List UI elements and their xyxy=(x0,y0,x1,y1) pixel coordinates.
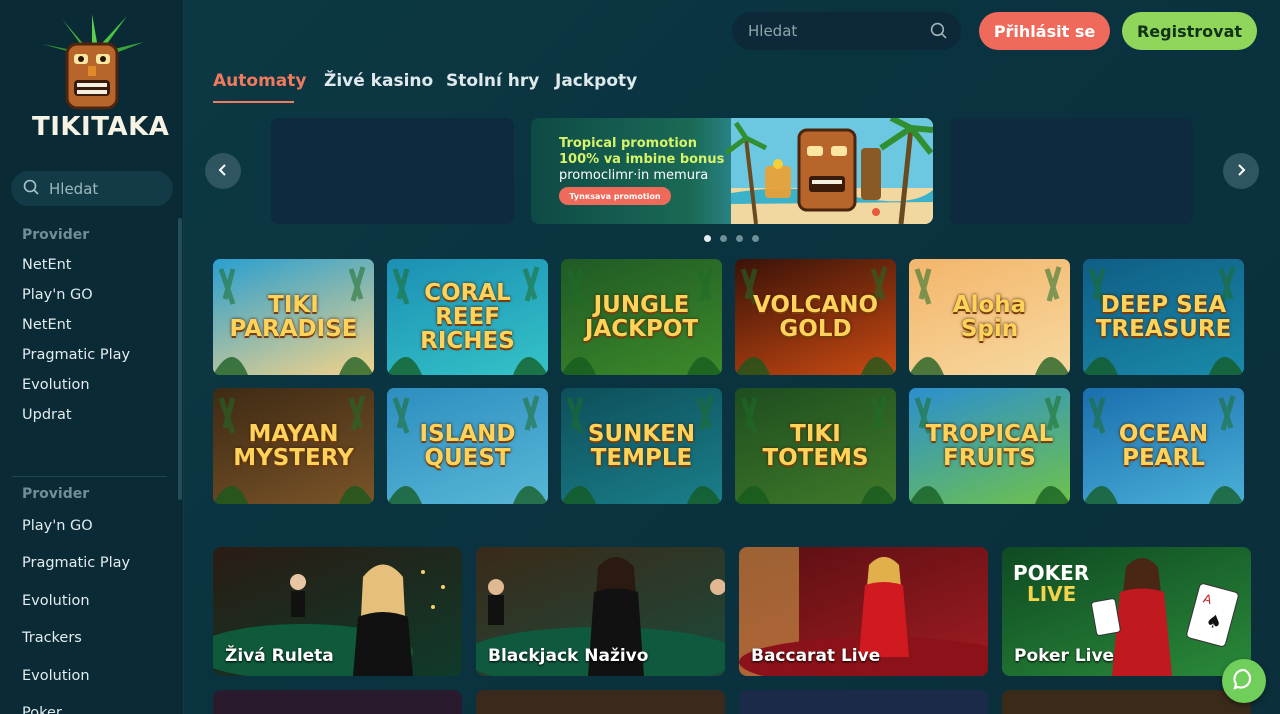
game-title: DEEP SEA TREASURE xyxy=(1095,292,1232,342)
carousel-prev-button[interactable] xyxy=(205,153,241,189)
live-game-title: Blackjack Naživo xyxy=(488,646,649,666)
poker-live-logo: POKER LIVE xyxy=(1013,563,1089,605)
active-tab-indicator xyxy=(213,101,294,103)
chevron-left-icon xyxy=(217,162,229,181)
game-tile[interactable]: TIKI PARADISE xyxy=(213,259,374,375)
game-tile[interactable]: VOLCANO GOLD xyxy=(735,259,896,375)
sidebar-item-provider[interactable]: Poker xyxy=(22,705,62,714)
game-tile[interactable]: TIKI TOTEMS xyxy=(735,388,896,504)
sidebar-item-provider[interactable]: Evolution xyxy=(22,377,90,393)
live-game-tile[interactable]: Blackjack Naživo xyxy=(476,547,725,676)
provider-heading: Provider xyxy=(22,227,90,243)
game-title: MAYAN MYSTERY xyxy=(233,421,354,471)
game-tile[interactable]: Aloha Spin xyxy=(909,259,1070,375)
game-title: Aloha Spin xyxy=(952,292,1027,342)
live-game-tile[interactable]: Živá Ruleta xyxy=(213,547,462,676)
sidebar-item-provider[interactable]: Play'n GO xyxy=(22,287,93,303)
live-game-tile[interactable] xyxy=(213,690,462,714)
search-icon xyxy=(23,179,39,199)
chat-bubble-icon xyxy=(1232,667,1256,695)
tab-zive-kasino[interactable]: Živé kasino xyxy=(324,71,433,91)
chevron-right-icon xyxy=(1235,162,1247,181)
live-game-tile[interactable] xyxy=(739,690,988,714)
carousel-dot[interactable] xyxy=(736,235,743,242)
tab-automaty[interactable]: Automaty xyxy=(213,71,306,91)
sidebar-item-provider[interactable]: NetEnt xyxy=(22,317,72,333)
live-game-tile[interactable] xyxy=(476,690,725,714)
carousel-dot[interactable] xyxy=(704,235,711,242)
sidebar: TIKITAKA Provider NetEnt Play'n GO NetEn… xyxy=(0,0,184,714)
promo-text: promoclimr·in memura xyxy=(559,168,709,183)
game-tile[interactable]: JUNGLE JACKPOT xyxy=(561,259,722,375)
tab-stolni-hry[interactable]: Stolní hry xyxy=(446,71,539,91)
sidebar-item-provider[interactable]: Pragmatic Play xyxy=(22,347,130,363)
game-title: SUNKEN TEMPLE xyxy=(587,421,696,471)
game-tile[interactable]: DEEP SEA TREASURE xyxy=(1083,259,1244,375)
provider-heading: Provider xyxy=(22,486,90,502)
sidebar-item-provider[interactable]: Updrat xyxy=(22,407,72,423)
header-search[interactable] xyxy=(732,12,961,50)
carousel-dot[interactable] xyxy=(720,235,727,242)
poker-logo-line1: POKER xyxy=(1013,561,1090,585)
live-game-title: Poker Live xyxy=(1014,646,1115,666)
game-title: OCEAN PEARL xyxy=(1118,421,1209,471)
game-title: TROPICAL FRUITS xyxy=(925,421,1054,471)
sidebar-item-provider[interactable]: Evolution xyxy=(22,668,90,684)
carousel-slide[interactable] xyxy=(271,118,514,224)
brand-name: TIKITAKA xyxy=(32,112,170,142)
game-tile[interactable]: OCEAN PEARL xyxy=(1083,388,1244,504)
sidebar-search-input[interactable] xyxy=(49,179,159,198)
live-game-title: Baccarat Live xyxy=(751,646,881,666)
game-title: TIKI TOTEMS xyxy=(762,421,869,471)
tab-jackpoty[interactable]: Jackpoty xyxy=(555,71,637,91)
game-title: CORAL REEF RICHES xyxy=(420,280,515,354)
login-button[interactable]: Přihlásit se xyxy=(979,12,1110,50)
sidebar-item-provider[interactable]: Trackers xyxy=(22,630,82,646)
sidebar-item-provider[interactable]: Play'n GO xyxy=(22,518,93,534)
sidebar-item-provider[interactable]: Pragmatic Play xyxy=(22,555,130,571)
sidebar-search[interactable] xyxy=(11,171,173,206)
game-title: JUNGLE JACKPOT xyxy=(584,292,699,342)
game-title: VOLCANO GOLD xyxy=(752,292,879,342)
live-game-tile[interactable] xyxy=(1002,690,1251,714)
sidebar-item-provider[interactable]: NetEnt xyxy=(22,257,72,273)
live-game-title: Živá Ruleta xyxy=(225,646,334,666)
game-title: TIKI PARADISE xyxy=(229,292,358,342)
promo-button[interactable]: Tynкsava promotion xyxy=(559,187,671,205)
search-input[interactable] xyxy=(748,22,918,40)
poker-logo-line2: LIVE xyxy=(1027,582,1077,606)
game-title: ISLAND QUEST xyxy=(419,421,516,471)
promo-subtitle: 100% va imbine bonus xyxy=(559,152,725,167)
search-icon[interactable] xyxy=(930,22,947,43)
register-button[interactable]: Registrovat xyxy=(1122,12,1257,50)
game-tile[interactable]: MAYAN MYSTERY xyxy=(213,388,374,504)
sidebar-item-provider[interactable]: Evolution xyxy=(22,593,90,609)
sidebar-scrollbar[interactable] xyxy=(178,218,182,500)
game-tile[interactable]: SUNKEN TEMPLE xyxy=(561,388,722,504)
live-game-tile[interactable]: Baccarat Live xyxy=(739,547,988,676)
promo-title: Tropical promotion xyxy=(559,136,697,151)
carousel-dot[interactable] xyxy=(752,235,759,242)
game-tile[interactable]: TROPICAL FRUITS xyxy=(909,388,1070,504)
promo-banner[interactable]: Tropical promotion 100% va imbine bonus … xyxy=(531,118,933,224)
carousel-next-button[interactable] xyxy=(1223,153,1259,189)
carousel-slide[interactable] xyxy=(950,118,1193,224)
game-tile[interactable]: ISLAND QUEST xyxy=(387,388,548,504)
live-game-tile[interactable]: A ♠ POKER LIVE Poker Live xyxy=(1002,547,1251,676)
game-tile[interactable]: CORAL REEF RICHES xyxy=(387,259,548,375)
chat-button[interactable] xyxy=(1222,659,1266,703)
sidebar-divider xyxy=(12,476,167,477)
